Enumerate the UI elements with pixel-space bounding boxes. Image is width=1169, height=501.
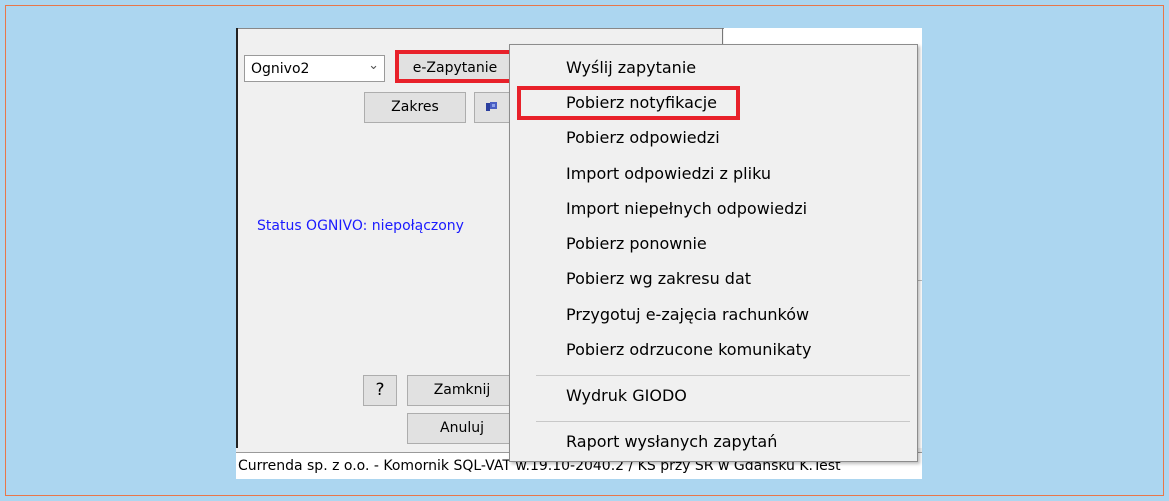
zamknij-button[interactable]: Zamknij [407, 375, 517, 406]
ognivo-status: Status OGNIVO: niepołączony [257, 218, 464, 234]
top-separator [238, 28, 724, 29]
menu-item-import-odpowiedzi-z-pliku[interactable]: Import odpowiedzi z pliku [566, 164, 771, 183]
menu-item-raport-wyslanych-zapytan[interactable]: Raport wysłanych zapytań [566, 432, 777, 451]
chevron-down-icon[interactable]: ⌄ [368, 58, 379, 73]
e-zapytanie-button[interactable]: e-Zapytanie [395, 50, 515, 83]
menu-item-przygotuj-e-zajecia[interactable]: Przygotuj e-zajęcia rachunków [566, 305, 809, 324]
flag-button[interactable] [474, 92, 510, 123]
help-button[interactable]: ? [363, 375, 397, 406]
menu-item-pobierz-wg-zakresu-dat[interactable]: Pobierz wg zakresu dat [566, 269, 751, 288]
menu-item-pobierz-ponownie[interactable]: Pobierz ponownie [566, 234, 707, 253]
highlight-box [517, 86, 740, 120]
menu-separator [536, 421, 910, 422]
left-edge [236, 28, 238, 448]
menu-item-wydruk-giodo[interactable]: Wydruk GIODO [566, 386, 687, 405]
menu-item-pobierz-odrzucone-komunikaty[interactable]: Pobierz odrzucone komunikaty [566, 340, 811, 359]
menu-item-pobierz-odpowiedzi[interactable]: Pobierz odpowiedzi [566, 128, 720, 147]
flag-icon [486, 102, 497, 111]
menu-separator [536, 375, 910, 376]
menu-item-wyslij-zapytanie[interactable]: Wyślij zapytanie [566, 58, 696, 77]
zakres-button[interactable]: Zakres [364, 92, 466, 123]
ognivo-combo-value: Ognivo2 [251, 61, 310, 77]
menu-item-import-niepelnych-odpowiedzi[interactable]: Import niepełnych odpowiedzi [566, 199, 807, 218]
anuluj-button[interactable]: Anuluj [407, 413, 517, 444]
ognivo-combo[interactable]: Ognivo2 ⌄ [244, 55, 385, 82]
